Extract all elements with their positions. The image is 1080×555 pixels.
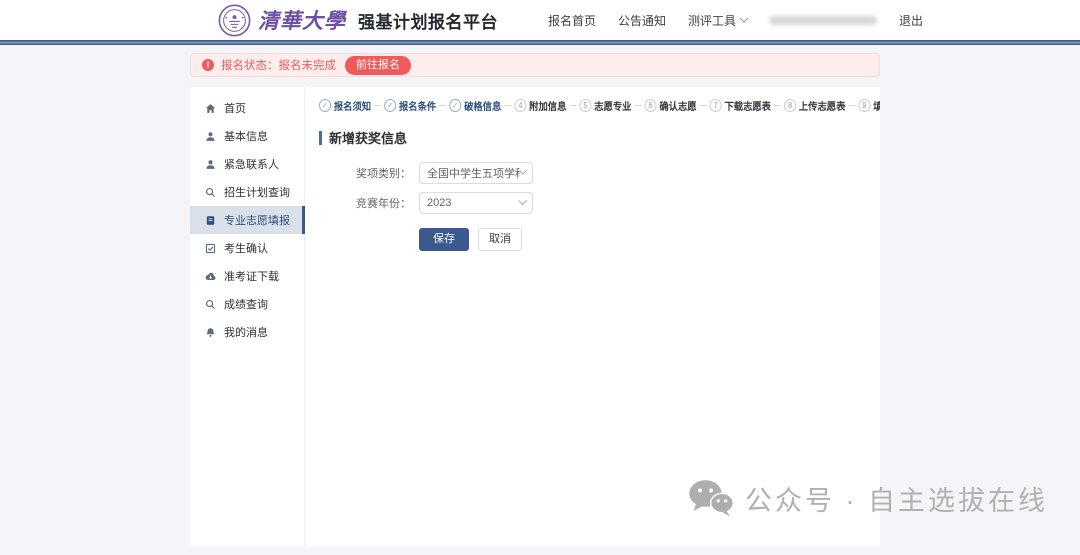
sidebar: 首页 基本信息 紧急联系人 招生计划查询 专业志愿填报 考生确认 准考证下载: [190, 87, 305, 547]
check-circle-icon: [449, 99, 461, 112]
sidebar-item-admission-ticket[interactable]: 准考证下载: [190, 262, 304, 290]
cloud-download-icon: [205, 271, 216, 282]
save-button[interactable]: 保存: [419, 228, 469, 251]
steps-indicator: 报名须知 报名条件 破格信息 4附加信息 5志愿专业 6确认志愿 7下载志愿表 …: [319, 98, 841, 113]
status-alert: 报名状态：报名未完成 前往报名: [190, 53, 880, 77]
tsinghua-logo-icon: [218, 4, 251, 37]
header-divider-band: [0, 40, 1080, 45]
award-category-select[interactable]: 全国中学生五项学科竞...: [419, 162, 533, 184]
chevron-down-icon: [740, 14, 748, 22]
step-3: 破格信息: [449, 98, 501, 113]
wechat-icon: [688, 478, 734, 518]
watermark-text: 公众号 · 自主选拔在线: [745, 479, 1048, 518]
step-number: 6: [645, 99, 657, 112]
nav-item-home[interactable]: 报名首页: [548, 12, 596, 29]
chevron-down-icon: [519, 167, 527, 175]
user-name-redacted: [769, 16, 877, 25]
sidebar-item-major-preference[interactable]: 专业志愿填报: [190, 206, 304, 234]
section-title: 新增获奖信息: [319, 128, 880, 147]
check-circle-icon: [384, 99, 396, 112]
form-icon: [205, 215, 216, 226]
step-7: 7下载志愿表: [710, 98, 771, 113]
step-number: 8: [784, 99, 796, 112]
nav-item-tools[interactable]: 测评工具: [688, 12, 747, 29]
sidebar-item-score-query[interactable]: 成绩查询: [190, 290, 304, 318]
sidebar-item-home[interactable]: 首页: [190, 94, 304, 122]
step-4: 4附加信息: [514, 98, 566, 113]
chevron-down-icon: [518, 197, 526, 205]
top-header: 清華大學 强基计划报名平台 报名首页 公告通知 测评工具 退出: [0, 0, 1080, 40]
competition-year-select[interactable]: 2023: [419, 192, 533, 214]
step-8: 8上传志愿表: [784, 98, 845, 113]
step-5: 5志愿专业: [579, 98, 631, 113]
logout-button[interactable]: 退出: [899, 12, 923, 29]
warning-icon: [202, 59, 214, 71]
sidebar-item-messages[interactable]: 我的消息: [190, 318, 304, 346]
watermark: 公众号 · 自主选拔在线: [688, 478, 1048, 518]
brand: 清華大學 强基计划报名平台: [218, 3, 498, 37]
step-2: 报名条件: [384, 98, 436, 113]
home-icon: [205, 103, 216, 114]
title-accent-bar: [319, 131, 322, 145]
sidebar-item-candidate-confirm[interactable]: 考生确认: [190, 234, 304, 262]
competition-year-label: 竞赛年份：: [306, 195, 411, 211]
nav-item-notice[interactable]: 公告通知: [618, 12, 666, 29]
user-icon: [205, 131, 216, 142]
check-square-icon: [205, 243, 216, 254]
search-icon: [205, 187, 216, 198]
award-category-label: 奖项类别：: [306, 165, 411, 181]
step-number: 5: [579, 99, 591, 112]
cancel-button[interactable]: 取消: [478, 228, 522, 251]
form-row-competition-year: 竞赛年份： 2023: [306, 192, 880, 214]
award-form: 奖项类别： 全国中学生五项学科竞... 竞赛年份： 2023 保存 取消: [306, 162, 880, 251]
bell-icon: [205, 327, 216, 338]
status-text: 报名状态：报名未完成: [221, 57, 336, 73]
top-nav: 报名首页 公告通知 测评工具 退出: [548, 0, 923, 40]
step-number: 9: [858, 99, 870, 112]
step-1: 报名须知: [319, 98, 371, 113]
search-icon: [205, 299, 216, 310]
form-actions: 保存 取消: [419, 228, 880, 251]
check-circle-icon: [319, 99, 331, 112]
sidebar-item-emergency-contact[interactable]: 紧急联系人: [190, 150, 304, 178]
sidebar-item-plan-query[interactable]: 招生计划查询: [190, 178, 304, 206]
go-register-button[interactable]: 前往报名: [345, 56, 411, 75]
university-name: 清華大學: [258, 5, 346, 35]
form-row-award-category: 奖项类别： 全国中学生五项学科竞...: [306, 162, 880, 184]
step-6: 6确认志愿: [645, 98, 697, 113]
step-number: 4: [514, 99, 526, 112]
platform-title: 强基计划报名平台: [358, 8, 498, 33]
sidebar-item-basic-info[interactable]: 基本信息: [190, 122, 304, 150]
step-number: 7: [710, 99, 722, 112]
user-icon: [205, 159, 216, 170]
step-9: 9填报完成: [858, 98, 880, 113]
